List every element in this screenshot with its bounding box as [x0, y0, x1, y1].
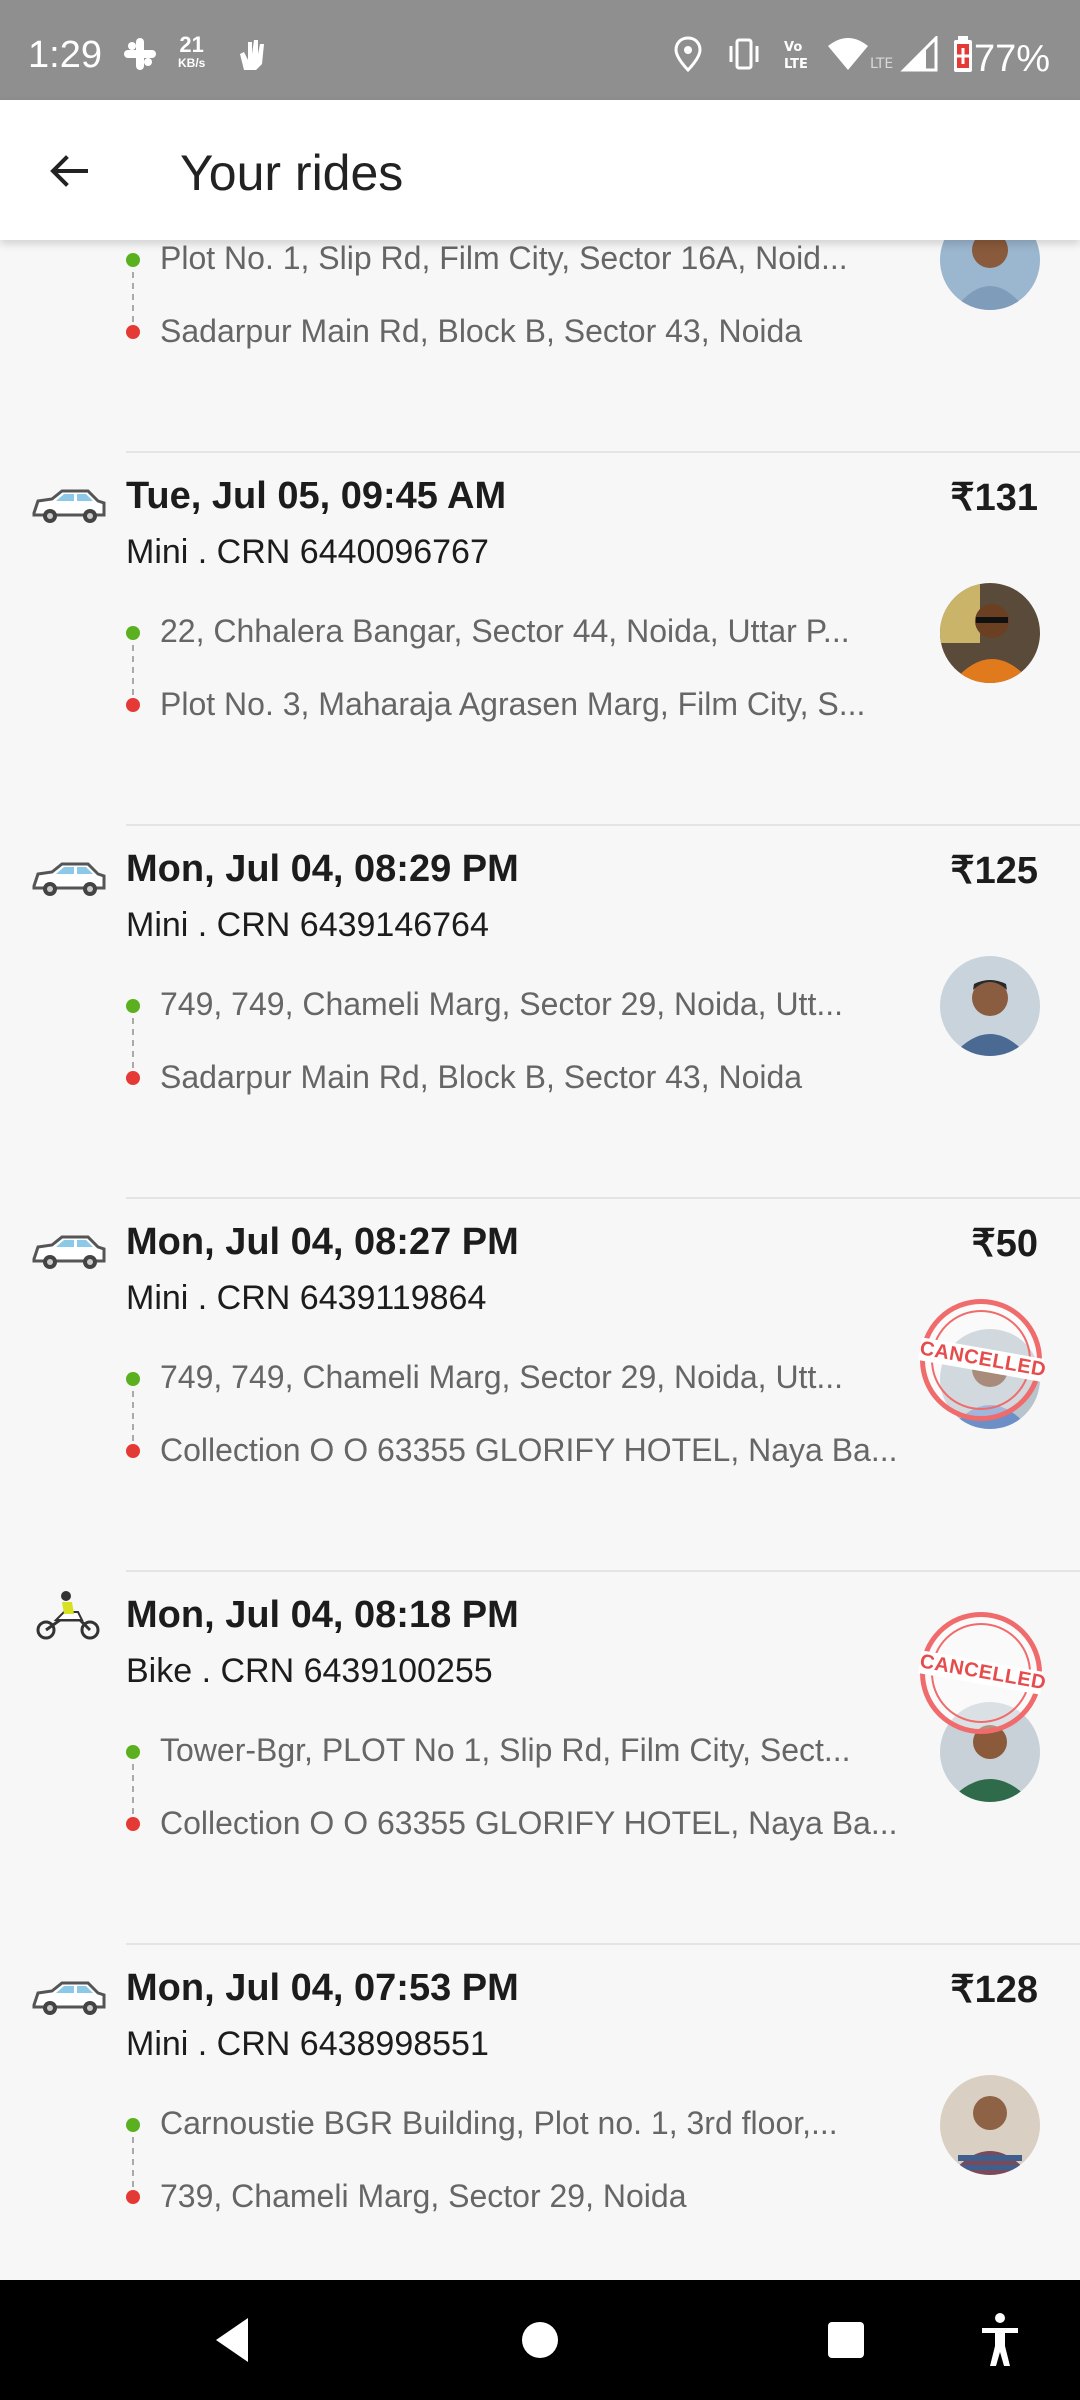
- car-icon: [32, 1981, 106, 2015]
- ride-date: Mon, Jul 04, 07:53 PM: [126, 1967, 519, 2009]
- ride-fare: ₹128: [950, 1969, 1038, 2011]
- drop-address: Collection O O 63355 GLORIFY HOTEL, Naya…: [160, 1805, 898, 1841]
- volte-icon: Vo LTE: [784, 40, 808, 72]
- location-icon: [674, 36, 702, 72]
- hand-icon: [240, 40, 264, 70]
- app-bar: Your rides: [0, 100, 1080, 240]
- driver-avatar: [940, 240, 1040, 310]
- pickup-dot: [126, 1745, 140, 1759]
- ride-crn: Mini . CRN 6439119864: [126, 1279, 487, 1317]
- accessibility-icon[interactable]: [978, 2312, 1022, 2368]
- pickup-address: 749, 749, Chameli Marg, Sector 29, Noida…: [160, 1359, 843, 1395]
- driver-avatar: [940, 2075, 1040, 2175]
- pickup-address: Carnoustie BGR Building, Plot no. 1, 3rd…: [160, 2105, 838, 2141]
- ride-crn: Mini . CRN 6438998551: [126, 2025, 489, 2063]
- drop-dot: [126, 698, 140, 712]
- pickup-address: 749, 749, Chameli Marg, Sector 29, Noida…: [160, 986, 843, 1022]
- nav-recents-icon[interactable]: [828, 2322, 864, 2358]
- back-arrow-icon[interactable]: [44, 146, 94, 196]
- net-speed: 21 KB/s: [178, 34, 206, 72]
- drop-dot: [126, 2190, 140, 2204]
- page-title: Your rides: [180, 145, 404, 201]
- ride-item[interactable]: Mon, Jul 04, 08:18 PM Bike . CRN 6439100…: [0, 1572, 1080, 1945]
- drop-dot: [126, 1817, 140, 1831]
- ride-item-partial[interactable]: Plot No. 1, Slip Rd, Film City, Sector 1…: [0, 240, 1080, 453]
- vibrate-icon: [729, 38, 759, 70]
- pickup-dot: [126, 1372, 140, 1386]
- drop-address: Collection O O 63355 GLORIFY HOTEL, Naya…: [160, 1432, 898, 1468]
- ride-date: Mon, Jul 04, 08:29 PM: [126, 848, 519, 890]
- drop-address: Sadarpur Main Rd, Block B, Sector 43, No…: [160, 1059, 803, 1095]
- route-line: [132, 2137, 134, 2187]
- pickup-dot: [126, 626, 140, 640]
- driver-avatar: [940, 583, 1040, 683]
- drop-dot: [126, 1071, 140, 1085]
- pickup-dot: [126, 999, 140, 1013]
- pickup-address: Tower-Bgr, PLOT No 1, Slip Rd, Film City…: [160, 1732, 851, 1768]
- ride-list[interactable]: Plot No. 1, Slip Rd, Film City, Sector 1…: [0, 240, 1080, 2280]
- route-line: [132, 1018, 134, 1068]
- pickup-address: 22, Chhalera Bangar, Sector 44, Noida, U…: [160, 613, 850, 649]
- nav-home-icon[interactable]: [522, 2322, 558, 2358]
- net-speed-unit: KB/s: [178, 56, 206, 70]
- route-line: [132, 645, 134, 695]
- drop-address: Sadarpur Main Rd, Block B, Sector 43, No…: [160, 313, 803, 349]
- ride-date: Mon, Jul 04, 08:27 PM: [126, 1221, 519, 1263]
- signal-icon: LTE: [870, 36, 938, 72]
- ride-fare: ₹131: [950, 477, 1038, 519]
- ride-crn: Mini . CRN 6440096767: [126, 533, 489, 571]
- drop-address: Plot No. 3, Maharaja Agrasen Marg, Film …: [160, 686, 866, 722]
- ride-fare: ₹125: [950, 850, 1038, 892]
- ride-crn: Mini . CRN 6439146764: [126, 906, 489, 944]
- svg-text:LTE: LTE: [784, 57, 808, 72]
- svg-text:LTE: LTE: [870, 56, 893, 72]
- driver-avatar: [940, 956, 1040, 1056]
- bike-icon: [36, 1591, 100, 1640]
- car-icon: [32, 1235, 106, 1269]
- ride-date: Mon, Jul 04, 08:18 PM: [126, 1594, 519, 1636]
- pickup-dot: [126, 2118, 140, 2132]
- ride-item[interactable]: Mon, Jul 04, 07:53 PM ₹128 Mini . CRN 64…: [0, 1945, 1080, 2280]
- pickup-dot: [126, 253, 140, 267]
- battery-icon: [954, 36, 972, 72]
- status-time: 1:29: [28, 34, 102, 76]
- ride-date: Tue, Jul 05, 09:45 AM: [126, 475, 507, 517]
- route-line: [132, 1764, 134, 1814]
- cancelled-stamp: CANCELLED: [917, 1612, 1048, 1734]
- nav-back-icon[interactable]: [212, 2316, 252, 2364]
- slack-icon: [124, 38, 156, 70]
- ride-item[interactable]: Tue, Jul 05, 09:45 AM ₹131 Mini . CRN 64…: [0, 453, 1080, 826]
- cancelled-stamp-text: CANCELLED: [917, 1337, 1048, 1382]
- route-line: [132, 1391, 134, 1441]
- drop-dot: [126, 1444, 140, 1458]
- cancelled-stamp-text: CANCELLED: [917, 1650, 1048, 1695]
- ride-item[interactable]: Mon, Jul 04, 08:29 PM ₹125 Mini . CRN 64…: [0, 826, 1080, 1199]
- drop-dot: [126, 325, 140, 339]
- wifi-icon: [828, 38, 868, 70]
- status-bar: 1:29 21 KB/s Vo LTE LTE 77%: [0, 0, 1080, 100]
- svg-text:Vo: Vo: [784, 40, 802, 55]
- battery-level: 77%: [973, 38, 1050, 80]
- car-icon: [32, 862, 106, 896]
- car-icon: [32, 489, 106, 523]
- drop-address: 739, Chameli Marg, Sector 29, Noida: [160, 2178, 687, 2214]
- route-line: [132, 272, 134, 322]
- ride-fare: ₹50: [971, 1223, 1038, 1265]
- cancelled-stamp: CANCELLED: [917, 1299, 1048, 1421]
- system-nav-bar: [0, 2280, 1080, 2400]
- pickup-address: Plot No. 1, Slip Rd, Film City, Sector 1…: [160, 240, 848, 276]
- ride-crn: Bike . CRN 6439100255: [126, 1652, 493, 1690]
- ride-item[interactable]: Mon, Jul 04, 08:27 PM ₹50 Mini . CRN 643…: [0, 1199, 1080, 1572]
